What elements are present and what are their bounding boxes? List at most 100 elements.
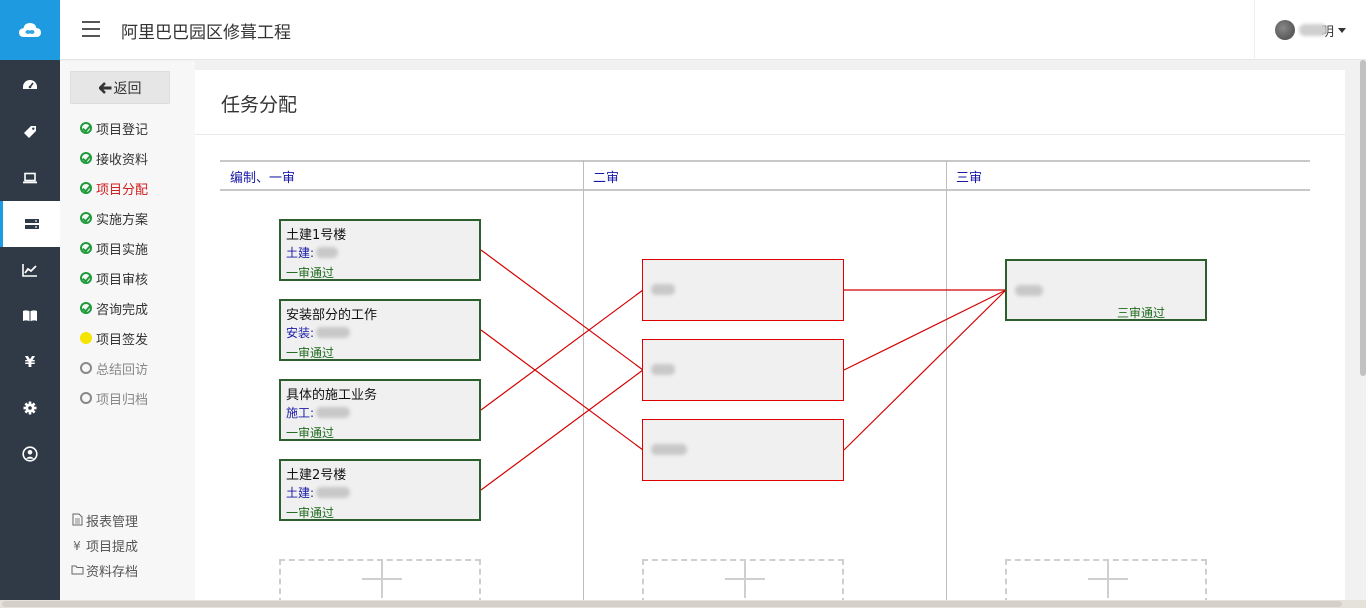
horizontal-scrollbar-thumb[interactable] — [2, 601, 1342, 607]
top-header: 阿里巴巴园区修葺工程 明 — [60, 0, 1366, 60]
reviewer-name — [649, 364, 675, 375]
check-circle-icon — [80, 212, 92, 224]
check-circle-icon — [80, 272, 92, 284]
step-project-review[interactable]: 项目审核 — [80, 268, 148, 288]
step-project-assign[interactable]: 项目分配 — [80, 178, 148, 198]
task-card-status: 一审通过 — [286, 506, 335, 520]
column-separator — [583, 160, 584, 608]
check-circle-icon — [80, 302, 92, 314]
task-card-status: 一审通过 — [286, 266, 335, 280]
laptop-icon[interactable] — [0, 155, 60, 201]
yen-icon: ¥ — [73, 538, 81, 553]
book-icon[interactable] — [0, 293, 60, 339]
yen-icon[interactable]: ¥ — [0, 339, 60, 385]
user-name-blurred — [1299, 24, 1327, 36]
task-assign-panel: 任务分配 编制、一审 二审 三审 土建1号楼 土建: 一审通过 安装部分的工作 … — [195, 70, 1345, 608]
task-card[interactable]: 土建1号楼 土建: 一审通过 — [279, 219, 481, 281]
line-chart-icon[interactable] — [0, 247, 60, 293]
step-label: 项目审核 — [96, 272, 149, 288]
redacted-name — [316, 247, 339, 258]
step-project-signoff[interactable]: 项目签发 — [80, 328, 148, 348]
step-label: 总结回访 — [96, 362, 149, 378]
add-second-reviewer-slot[interactable] — [642, 559, 844, 604]
chevron-down-icon — [1338, 27, 1347, 33]
plus-icon-stem — [1107, 560, 1109, 598]
check-circle-icon — [80, 122, 92, 134]
step-summary-followup[interactable]: 总结回访 — [80, 358, 148, 378]
step-receive-materials[interactable]: 接收资料 — [80, 148, 148, 168]
reviewer-name — [649, 444, 687, 455]
server-icon[interactable] — [0, 201, 60, 247]
task-card-role: 土建: — [286, 486, 315, 500]
task-card-assignee: 施工: — [286, 404, 351, 421]
step-implementation-plan[interactable]: 实施方案 — [80, 208, 148, 228]
empty-circle-icon — [80, 392, 92, 404]
task-card[interactable]: 土建2号楼 土建: 一审通过 — [279, 459, 481, 521]
pending-dot-icon — [80, 332, 92, 344]
report-management-link[interactable]: 报表管理 — [70, 511, 138, 530]
tool-label: 资料存档 — [86, 565, 139, 580]
step-project-archive[interactable]: 项目归档 — [80, 388, 148, 408]
reviewer-card[interactable] — [642, 339, 844, 401]
file-icon — [70, 513, 84, 529]
tool-label: 项目提成 — [86, 540, 139, 555]
column-separator — [946, 160, 947, 608]
column-header-first-review: 编制、一审 — [230, 171, 296, 186]
task-card-assignee: 土建: — [286, 484, 351, 501]
redacted-name — [316, 407, 351, 418]
vertical-scrollbar[interactable] — [1360, 60, 1366, 376]
step-consulting-complete[interactable]: 咨询完成 — [80, 298, 148, 318]
assignment-board: 编制、一审 二审 三审 土建1号楼 土建: 一审通过 安装部分的工作 安装: 一… — [220, 160, 1310, 608]
tag-icon[interactable] — [0, 109, 60, 155]
archive-link[interactable]: 资料存档 — [70, 561, 138, 580]
step-project-implementation[interactable]: 项目实施 — [80, 238, 148, 258]
tool-label: 报表管理 — [86, 515, 139, 530]
project-step-menu: 返回 项目登记 接收资料 项目分配 实施方案 项目实施 项目审核 咨询完成 项目… — [60, 61, 195, 608]
icon-rail: ¥ — [0, 0, 60, 608]
redacted-name — [651, 284, 675, 295]
step-project-register[interactable]: 项目登记 — [80, 118, 148, 138]
task-card-status: 一审通过 — [286, 346, 335, 360]
reviewer-card[interactable] — [642, 419, 844, 481]
column-header-top-border — [220, 160, 1310, 162]
redacted-name — [1015, 285, 1043, 296]
task-card-title: 安装部分的工作 — [286, 308, 378, 323]
folder-icon — [70, 564, 84, 578]
task-card-status: 一审通过 — [286, 426, 335, 440]
task-card-role: 土建: — [286, 246, 315, 260]
final-reviewer-card[interactable]: 三审通过 — [1005, 259, 1207, 321]
plus-icon-stem — [381, 560, 383, 598]
task-card-title: 土建2号楼 — [286, 468, 347, 483]
horizontal-scrollbar[interactable] — [0, 600, 1366, 608]
check-circle-icon — [80, 242, 92, 254]
redacted-name — [651, 444, 687, 455]
project-commission-link[interactable]: ¥ 项目提成 — [70, 536, 139, 556]
back-button[interactable]: 返回 — [70, 71, 170, 104]
dashboard-icon[interactable] — [0, 63, 60, 109]
step-label: 接收资料 — [96, 152, 149, 168]
step-label: 咨询完成 — [96, 302, 149, 318]
task-card-role: 安装: — [286, 326, 315, 340]
plus-icon-stem — [744, 560, 746, 598]
back-button-label: 返回 — [113, 80, 142, 97]
app-title: 阿里巴巴园区修葺工程 — [121, 23, 291, 43]
add-task-slot[interactable] — [279, 559, 481, 604]
add-third-reviewer-slot[interactable] — [1005, 559, 1207, 604]
check-circle-icon — [80, 182, 92, 194]
task-card[interactable]: 安装部分的工作 安装: 一审通过 — [279, 299, 481, 361]
column-header-third-review: 三审 — [956, 171, 983, 186]
task-card-assignee: 土建: — [286, 244, 339, 261]
reviewer-name — [1013, 285, 1043, 296]
step-label: 实施方案 — [96, 212, 149, 228]
reviewer-card[interactable] — [642, 259, 844, 321]
redacted-name — [316, 327, 351, 338]
user-circle-icon[interactable] — [0, 431, 60, 477]
user-menu[interactable]: 明 — [1254, 0, 1366, 60]
task-card[interactable]: 具体的施工业务 施工: 一审通过 — [279, 379, 481, 441]
column-header-bottom-border — [220, 189, 1310, 191]
hamburger-menu-icon[interactable] — [82, 21, 100, 37]
gear-icon[interactable] — [0, 385, 60, 431]
reviewer-name — [649, 284, 675, 295]
cloud-logo-icon[interactable] — [0, 0, 60, 60]
empty-circle-icon — [80, 362, 92, 374]
